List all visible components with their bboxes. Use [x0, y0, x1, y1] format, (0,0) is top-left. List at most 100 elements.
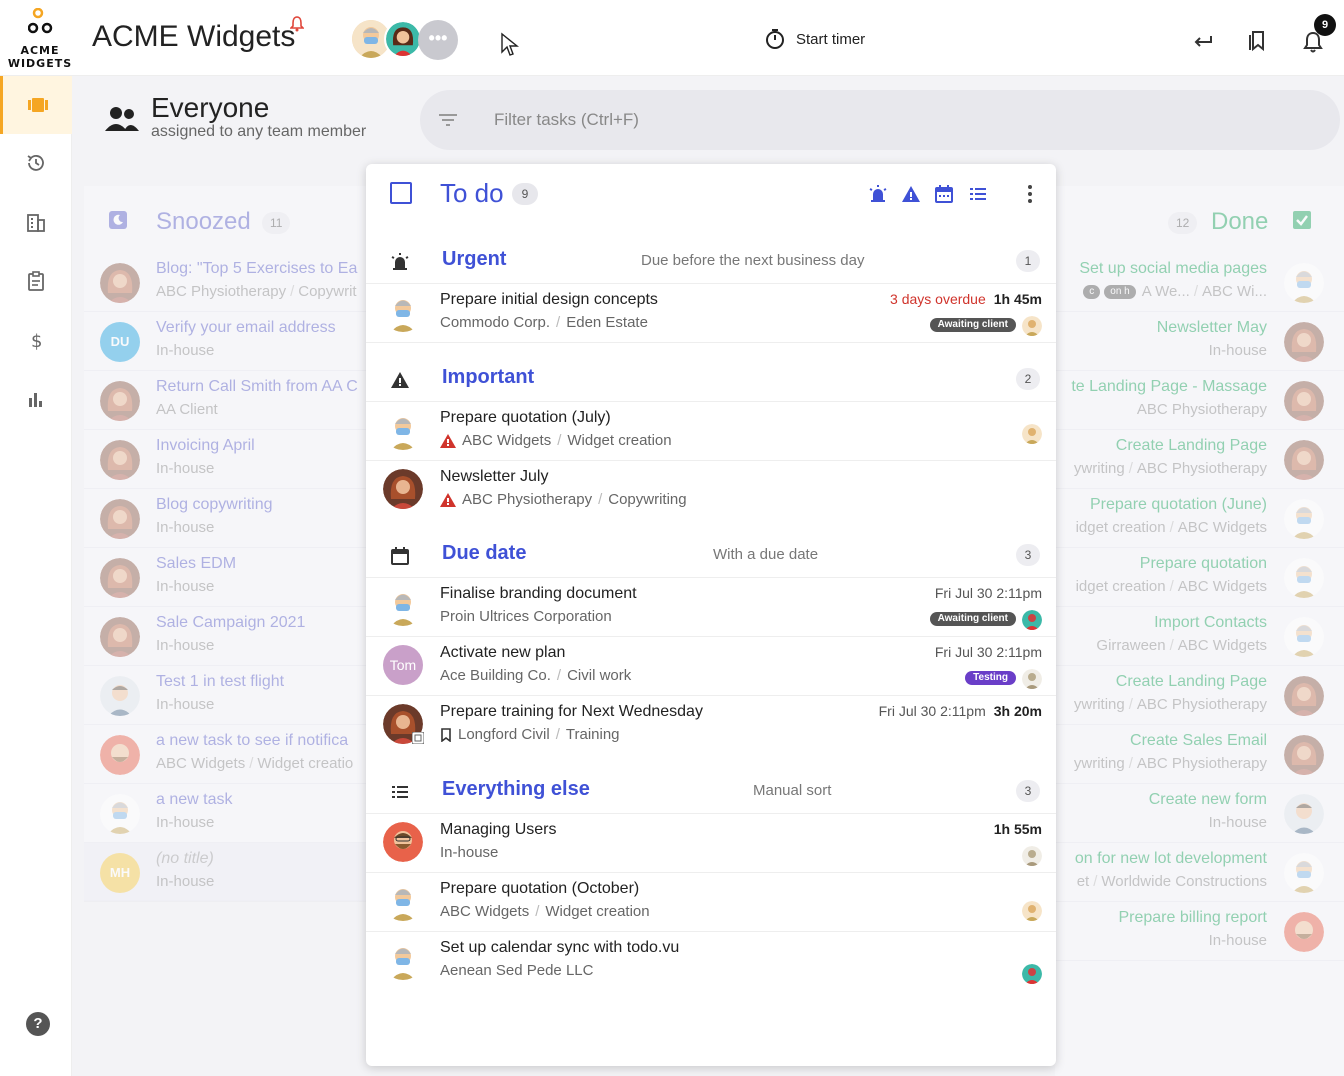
task-client[interactable]: Aenean Sed Pede LLC [440, 962, 593, 979]
assignee-avatar[interactable] [1284, 912, 1324, 952]
task-client[interactable]: ABC Widgets [1178, 519, 1267, 536]
task-row[interactable]: Prepare initial design concepts Commodo … [366, 284, 1056, 343]
assignee-avatar[interactable] [100, 676, 140, 716]
bell-alert-icon[interactable] [290, 16, 304, 32]
task-client[interactable]: AA Client [156, 401, 218, 418]
assignee-avatar[interactable] [1284, 381, 1324, 421]
mini-avatar[interactable] [1022, 669, 1042, 689]
task-client[interactable]: ABC Physiotherapy [1137, 696, 1267, 713]
task-client[interactable]: In-house [156, 578, 214, 595]
snoozed-task-row[interactable]: Test 1 in test flight In-house [84, 666, 374, 725]
mini-avatar[interactable] [1022, 901, 1042, 921]
task-client[interactable]: Longford Civil [458, 726, 550, 743]
task-client[interactable]: ABC Widgets [440, 903, 529, 920]
done-task-row[interactable]: Create Sales Email ywriting / ABC Physiothe… [1055, 725, 1344, 784]
task-client[interactable]: ABC Physiotherapy [1137, 755, 1267, 772]
task-project[interactable]: idget creation [1076, 578, 1166, 595]
task-project[interactable]: ywriting [1074, 696, 1125, 713]
assignee-avatar[interactable] [1284, 558, 1324, 598]
status-badge[interactable]: Testing [965, 671, 1016, 685]
done-task-row[interactable]: te Landing Page - Massage ABC Physiothera… [1055, 371, 1344, 430]
assignee-avatar-initials[interactable]: Tom [383, 645, 423, 685]
snoozed-task-row[interactable]: Sales EDM In-house [84, 548, 374, 607]
task-project[interactable]: Training [566, 726, 620, 743]
task-client[interactable]: ABC Physiotherapy [1137, 460, 1267, 477]
assignee-avatar[interactable] [1284, 735, 1324, 775]
task-project[interactable]: ywriting [1074, 460, 1125, 477]
more-options-icon[interactable] [1020, 184, 1040, 204]
acme-logo[interactable]: ACME WIDGETS [4, 8, 72, 72]
nav-reports[interactable] [0, 370, 72, 428]
snoozed-task-row[interactable]: MH (no title) In-house [84, 843, 374, 902]
done-task-row[interactable]: Prepare quotation idget creation / ABC Widg… [1055, 548, 1344, 607]
task-client[interactable]: ABC Physiotherapy [462, 491, 592, 508]
status-badge[interactable]: on h [1104, 285, 1136, 300]
assignee-avatar[interactable] [383, 469, 423, 509]
task-client[interactable]: In-house [1209, 342, 1267, 359]
status-badge[interactable]: c [1083, 285, 1101, 300]
assignee-avatar[interactable] [1284, 499, 1324, 539]
task-project[interactable]: Copywrit [298, 283, 356, 300]
assignee-avatar[interactable] [100, 499, 140, 539]
task-client[interactable]: In-house [156, 519, 214, 536]
assignee-avatar[interactable] [1284, 794, 1324, 834]
mini-avatar[interactable] [1022, 316, 1042, 336]
done-task-row[interactable]: Import Contacts Girraween / ABC Widgets [1055, 607, 1344, 666]
help-icon[interactable]: ? [26, 1012, 50, 1036]
task-client[interactable]: ABC Physiotherapy [156, 283, 286, 300]
assignee-avatar[interactable] [1284, 440, 1324, 480]
start-timer-button[interactable]: Start timer [764, 28, 865, 50]
assignee-avatar[interactable] [100, 794, 140, 834]
assignee-avatar[interactable] [1284, 322, 1324, 362]
snoozed-task-row[interactable]: Sale Campaign 2021 In-house [84, 607, 374, 666]
snoozed-task-row[interactable]: a new task to see if notifica ABC Widgets… [84, 725, 374, 784]
nav-clients[interactable] [0, 193, 72, 251]
status-badge[interactable]: Awaiting client [929, 612, 1016, 626]
task-project[interactable]: idget creation [1076, 519, 1166, 536]
task-client[interactable]: In-house [156, 460, 214, 477]
list-view-icon[interactable] [968, 184, 988, 204]
group-urgent[interactable]: Urgent Due before the next business day … [366, 238, 1056, 284]
group-due-date[interactable]: Due date With a due date 3 [366, 532, 1056, 578]
task-client[interactable]: In-house [440, 844, 498, 861]
done-task-row[interactable]: Create new form In-house [1055, 784, 1344, 843]
done-task-row[interactable]: Set up social media pages c on hA We... / AB… [1055, 253, 1344, 312]
nav-history[interactable] [0, 134, 72, 192]
assignee-avatar-initials[interactable]: MH [100, 853, 140, 893]
filter-icon[interactable] [438, 112, 458, 128]
done-task-row[interactable]: Newsletter May In-house [1055, 312, 1344, 371]
assignee-avatar[interactable] [100, 381, 140, 421]
done-task-row[interactable]: on for new lot development et / Worldwide C… [1055, 843, 1344, 902]
team-avatar-2[interactable] [384, 20, 422, 58]
task-client[interactable]: ABC Widgets [156, 755, 245, 772]
snoozed-task-row[interactable]: DU Verify your email address In-house [84, 312, 374, 371]
task-client[interactable]: In-house [1209, 814, 1267, 831]
task-client[interactable]: In-house [156, 873, 214, 890]
task-client[interactable]: ABC Widgets [462, 432, 551, 449]
nav-billing[interactable]: $ [0, 311, 72, 369]
task-row[interactable]: Managing Users In-house 1h 55m [366, 814, 1056, 873]
done-task-row[interactable]: Create Landing Page ywriting / ABC Physioth… [1055, 666, 1344, 725]
urgent-siren-icon[interactable] [868, 184, 888, 204]
task-client[interactable]: ABC Widgets [1178, 637, 1267, 654]
filter-tasks-input[interactable] [480, 102, 1080, 138]
assignee-avatar[interactable] [100, 263, 140, 303]
task-row[interactable]: Finalise branding document Proin Ultrice… [366, 578, 1056, 637]
task-row[interactable]: Prepare quotation (October) ABC Widgets /… [366, 873, 1056, 932]
assignee-avatar[interactable] [1284, 853, 1324, 893]
assignee-avatar[interactable] [383, 292, 423, 332]
task-project[interactable]: Widget creatio [257, 755, 353, 772]
assignee-avatar[interactable] [1284, 676, 1324, 716]
snoozed-task-row[interactable]: Blog copywriting In-house [84, 489, 374, 548]
snoozed-task-row[interactable]: Invoicing April In-house [84, 430, 374, 489]
assignee-avatar[interactable] [383, 410, 423, 450]
status-badge[interactable]: Awaiting client [929, 318, 1016, 332]
task-row[interactable]: Set up calendar sync with todo.vu Aenean… [366, 932, 1056, 991]
task-project[interactable]: Girraween [1096, 637, 1165, 654]
assignee-avatar[interactable] [383, 940, 423, 980]
group-everything-else[interactable]: Everything else Manual sort 3 [366, 768, 1056, 814]
assignee-avatar[interactable] [383, 822, 423, 862]
task-client[interactable]: Ace Building Co. [440, 667, 551, 684]
bookmarks-icon[interactable] [1246, 28, 1270, 52]
task-project[interactable]: Copywriting [608, 491, 686, 508]
